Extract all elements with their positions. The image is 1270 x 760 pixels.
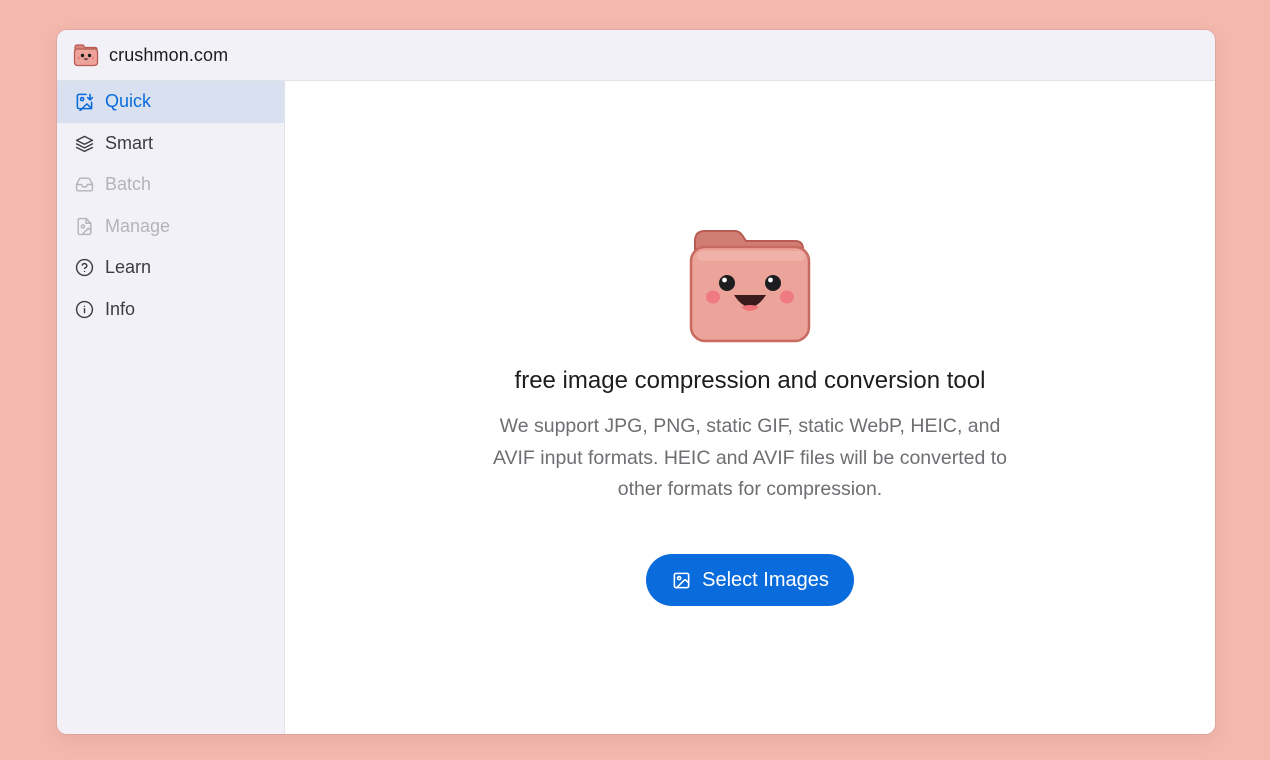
folder-mascot-icon [73,43,99,67]
sidebar-item-label: Learn [105,257,152,278]
sidebar-item-smart[interactable]: Smart [57,123,284,165]
description-line: AVIF input formats. HEIC and AVIF files … [492,446,1008,469]
layers-icon [74,133,94,153]
sidebar-item-label: Smart [105,132,154,153]
select-images-button[interactable]: Select Images [646,554,854,606]
folder-mascot-illustration [689,229,811,345]
help-circle-icon [74,258,94,278]
headline: free image compression and conversion to… [514,367,986,394]
sidebar-item-learn[interactable]: Learn [57,247,284,289]
info-circle-icon [74,299,94,319]
sidebar-item-info[interactable]: Info [57,289,284,331]
site-title: crushmon.com [109,44,229,65]
file-image-icon [74,216,94,236]
description-line: other formats for compression. [617,478,883,500]
sidebar: Quick Smart Batch Manage Learn Info [57,81,285,734]
sidebar-item-label: Manage [105,215,171,236]
select-images-label: Select Images [702,568,829,591]
image-icon [671,570,691,590]
sidebar-item-quick[interactable]: Quick [57,81,284,123]
sidebar-item-label: Batch [105,174,152,195]
supported-formats-description: We support JPG, PNG, static GIF, static … [455,411,1045,506]
sidebar-item-batch[interactable]: Batch [57,164,284,206]
sidebar-item-label: Quick [105,91,152,112]
description-line: We support JPG, PNG, static GIF, static … [499,415,1001,437]
image-download-icon [74,92,94,112]
app-window: crushmon.com Quick Smart Batch Manage Le… [57,30,1215,734]
sidebar-item-manage[interactable]: Manage [57,206,284,248]
title-bar: crushmon.com [57,30,1215,81]
main-content: free image compression and conversion to… [285,81,1215,734]
sidebar-item-label: Info [105,298,136,319]
inbox-icon [74,175,94,195]
